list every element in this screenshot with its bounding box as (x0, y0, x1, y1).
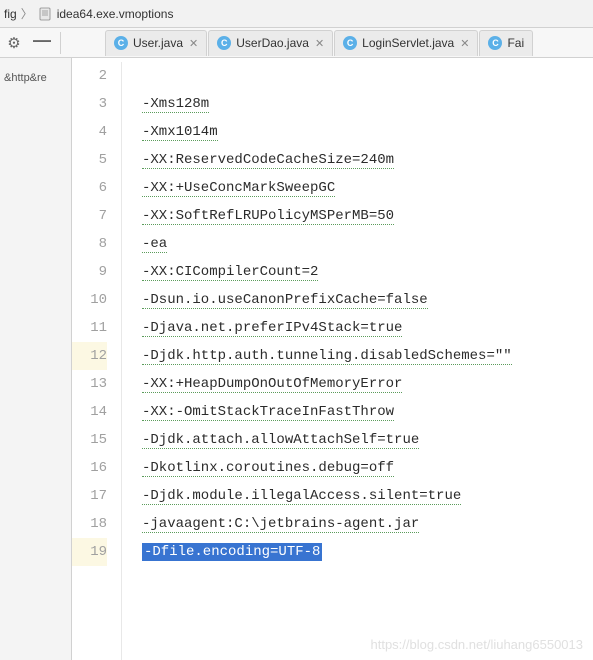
hide-button[interactable]: — (28, 29, 56, 57)
line-number[interactable]: 14 (72, 398, 107, 426)
close-icon[interactable]: ✕ (315, 37, 324, 50)
editor-tab[interactable]: C UserDao.java ✕ (208, 30, 333, 56)
file-icon (37, 6, 53, 22)
java-class-icon: C (114, 36, 128, 50)
line-number[interactable]: 18 (72, 510, 107, 538)
code-area[interactable]: -Xms128m-Xmx1014m-XX:ReservedCodeCacheSi… (122, 62, 593, 660)
code-line[interactable]: -Dsun.io.useCanonPrefixCache=false (142, 286, 593, 314)
code-line[interactable]: -Dfile.encoding=UTF-8 (142, 538, 593, 566)
code-line[interactable]: -XX:-OmitStackTraceInFastThrow (142, 398, 593, 426)
sidebar-label: &http&re (0, 68, 71, 88)
tab-label: User.java (133, 36, 183, 50)
code-line[interactable]: -XX:+HeapDumpOnOutOfMemoryError (142, 370, 593, 398)
tab-label: UserDao.java (236, 36, 309, 50)
editor-tabs: C User.java ✕ C UserDao.java ✕ C LoginServlet.j… (105, 28, 534, 57)
java-class-icon: C (343, 36, 357, 50)
code-line[interactable]: -Dkotlinx.coroutines.debug=off (142, 454, 593, 482)
line-number[interactable]: 7 (72, 202, 107, 230)
code-line[interactable]: -javaagent:C:\jetbrains-agent.jar (142, 510, 593, 538)
main-area: &http&re 2345678910111213141516171819 -X… (0, 58, 593, 660)
gear-icon: ⚙ (7, 34, 20, 52)
toolbar: ⚙ — C User.java ✕ C UserDao.java ✕ C LoginServl… (0, 28, 593, 58)
line-number[interactable]: 3 (72, 90, 107, 118)
code-line[interactable]: -ea (142, 230, 593, 258)
code-line[interactable]: -Xms128m (142, 90, 593, 118)
code-line[interactable]: -Djava.net.preferIPv4Stack=true (142, 314, 593, 342)
code-line[interactable]: -XX:CICompilerCount=2 (142, 258, 593, 286)
line-number[interactable]: 17 (72, 482, 107, 510)
editor-tab[interactable]: C Fai (479, 30, 533, 56)
line-number[interactable]: 8 (72, 230, 107, 258)
line-number[interactable]: 15 (72, 426, 107, 454)
line-number[interactable]: 9 (72, 258, 107, 286)
line-number[interactable]: 2 (72, 62, 107, 90)
editor-tab[interactable]: C LoginServlet.java ✕ (334, 30, 478, 56)
close-icon[interactable]: ✕ (189, 37, 198, 50)
line-number[interactable]: 19 (72, 538, 107, 566)
java-class-icon: C (488, 36, 502, 50)
line-number[interactable]: 12 (72, 342, 107, 370)
breadcrumb-filename[interactable]: idea64.exe.vmoptions (57, 7, 174, 21)
line-number[interactable]: 13 (72, 370, 107, 398)
code-line[interactable]: -XX:+UseConcMarkSweepGC (142, 174, 593, 202)
editor-tab[interactable]: C User.java ✕ (105, 30, 207, 56)
code-line[interactable]: -Djdk.attach.allowAttachSelf=true (142, 426, 593, 454)
tab-label: Fai (507, 36, 524, 50)
line-number[interactable]: 11 (72, 314, 107, 342)
tab-label: LoginServlet.java (362, 36, 454, 50)
code-line[interactable]: -Xmx1014m (142, 118, 593, 146)
line-number[interactable]: 6 (72, 174, 107, 202)
close-icon[interactable]: ✕ (460, 37, 469, 50)
line-number[interactable]: 10 (72, 286, 107, 314)
settings-button[interactable]: ⚙ (0, 29, 28, 57)
editor[interactable]: 2345678910111213141516171819 -Xms128m-Xm… (72, 58, 593, 660)
line-number[interactable]: 4 (72, 118, 107, 146)
java-class-icon: C (217, 36, 231, 50)
breadcrumb-parent[interactable]: fig (4, 7, 17, 21)
chevron-right-icon: 〉 (21, 5, 33, 22)
code-line[interactable] (142, 62, 593, 90)
code-line[interactable]: -Djdk.http.auth.tunneling.disabledScheme… (142, 342, 593, 370)
divider (60, 32, 61, 54)
line-number[interactable]: 5 (72, 146, 107, 174)
code-line[interactable]: -XX:SoftRefLRUPolicyMSPerMB=50 (142, 202, 593, 230)
minus-icon: — (33, 30, 51, 51)
code-line[interactable]: -Djdk.module.illegalAccess.silent=true (142, 482, 593, 510)
code-line[interactable]: -XX:ReservedCodeCacheSize=240m (142, 146, 593, 174)
line-number-gutter[interactable]: 2345678910111213141516171819 (72, 62, 122, 660)
line-number[interactable]: 16 (72, 454, 107, 482)
breadcrumb: fig 〉 idea64.exe.vmoptions (0, 0, 593, 28)
tool-window-sidebar[interactable]: &http&re (0, 58, 72, 660)
